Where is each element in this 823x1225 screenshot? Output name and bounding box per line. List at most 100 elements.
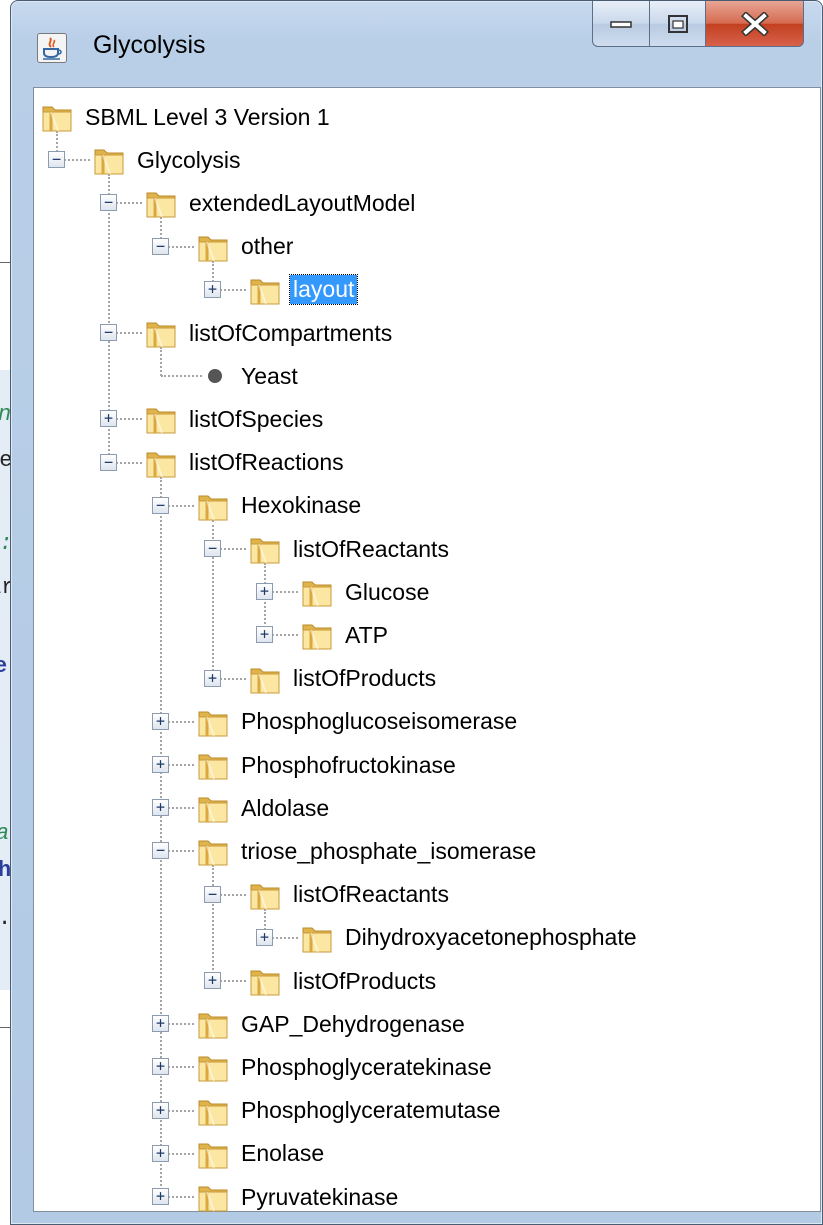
close-icon xyxy=(740,11,769,36)
folder-icon xyxy=(198,711,228,737)
collapse-toggle[interactable]: − xyxy=(152,237,169,255)
tree-connector-line xyxy=(212,865,214,981)
tree-node[interactable]: Yeast xyxy=(196,355,301,397)
expand-toggle[interactable]: + xyxy=(256,583,273,601)
expand-toggle[interactable]: + xyxy=(152,799,169,817)
expand-toggle[interactable]: + xyxy=(152,1144,169,1162)
folder-icon xyxy=(250,668,280,694)
tree-node[interactable]: Glucose xyxy=(300,571,432,613)
tree-node[interactable]: listOfProducts xyxy=(248,658,439,700)
java-app-icon[interactable] xyxy=(37,33,67,63)
tree-node-label: Phosphofructokinase xyxy=(241,751,456,778)
collapse-toggle[interactable]: − xyxy=(204,885,221,903)
tree-node-label: Glucose xyxy=(345,578,430,605)
expand-toggle[interactable]: + xyxy=(152,712,169,730)
expand-toggle[interactable]: + xyxy=(256,928,273,946)
collapse-toggle[interactable]: − xyxy=(100,324,117,341)
folder-icon xyxy=(198,1186,228,1212)
tree-node-label: listOfReactants xyxy=(293,535,449,562)
tree-node-label: listOfCompartments xyxy=(189,319,393,346)
folder-icon xyxy=(250,279,280,305)
folder-icon xyxy=(302,624,332,650)
expand-toggle[interactable]: + xyxy=(152,1015,169,1033)
collapse-toggle[interactable]: − xyxy=(100,453,117,471)
expand-toggle[interactable]: + xyxy=(204,972,221,989)
minimize-icon xyxy=(610,20,632,28)
tree-node[interactable]: listOfReactants xyxy=(248,874,452,916)
expand-toggle[interactable]: + xyxy=(152,1101,169,1119)
tree-node-label: GAP_Dehydrogenase xyxy=(241,1010,465,1037)
expand-toggle[interactable]: + xyxy=(100,410,117,428)
expand-toggle[interactable]: + xyxy=(152,756,169,773)
tree-node[interactable]: extendedLayoutModel xyxy=(144,182,418,224)
tree-node-label: Enolase xyxy=(241,1140,325,1167)
glycolysis-window: Glycolysis SBML Level 3 Version 1 − Glycol… xyxy=(10,0,823,1225)
tree-node[interactable]: Enolase xyxy=(196,1133,327,1175)
tree-node-label: listOfReactions xyxy=(189,449,344,476)
tree-connector-line xyxy=(160,476,162,1197)
tree-node-label: listOfReactants xyxy=(293,881,449,908)
background-divider xyxy=(0,262,10,263)
folder-icon xyxy=(250,884,280,910)
maximize-icon xyxy=(667,14,688,33)
background-divider xyxy=(0,1027,10,1028)
tree-node[interactable]: listOfReactions xyxy=(144,442,347,484)
tree-node[interactable]: Dihydroxyacetonephosphate xyxy=(300,917,640,959)
tree-node-label: listOfSpecies xyxy=(189,405,324,432)
collapse-toggle[interactable]: − xyxy=(48,151,65,169)
tree-node-label: listOfProducts xyxy=(293,665,437,692)
folder-icon xyxy=(198,1143,228,1169)
tree-node-label: Pyruvatekinase xyxy=(241,1183,399,1210)
tree-node[interactable]: other xyxy=(196,226,296,268)
expand-toggle[interactable]: + xyxy=(152,1188,169,1205)
folder-icon xyxy=(42,106,72,132)
tree-node[interactable]: GAP_Dehydrogenase xyxy=(196,1003,468,1045)
folder-icon xyxy=(146,192,176,218)
tree-node[interactable]: Phosphoglucoseisomerase xyxy=(196,701,520,743)
tree-node[interactable]: listOfCompartments xyxy=(144,312,395,354)
tree-node[interactable]: Phosphofructokinase xyxy=(196,744,459,786)
title-bar[interactable]: Glycolysis xyxy=(11,1,822,87)
tree-node[interactable]: triose_phosphate_isomerase xyxy=(196,830,539,872)
background-text: e xyxy=(0,654,8,679)
expand-toggle[interactable]: + xyxy=(204,280,221,298)
tree-view[interactable]: SBML Level 3 Version 1 − Glycolysis − extend… xyxy=(33,87,821,1212)
close-button[interactable] xyxy=(706,1,804,47)
tree-node[interactable]: Phosphoglyceratekinase xyxy=(196,1046,495,1088)
tree-node-label: Glycolysis xyxy=(137,146,241,173)
folder-icon xyxy=(146,452,176,478)
tree-node-label: other xyxy=(241,233,294,260)
collapse-toggle[interactable]: − xyxy=(100,194,117,212)
collapse-toggle[interactable]: − xyxy=(152,496,169,514)
tree-node[interactable]: listOfSpecies xyxy=(144,398,326,440)
folder-icon xyxy=(198,1056,228,1082)
tree-node[interactable]: Hexokinase xyxy=(196,485,364,527)
folder-icon xyxy=(250,538,280,564)
expand-toggle[interactable]: + xyxy=(256,626,273,644)
folder-icon xyxy=(302,581,332,607)
tree-node[interactable]: Phosphoglyceratemutase xyxy=(196,1090,504,1132)
tree-node[interactable]: layout xyxy=(248,269,359,311)
tree-node[interactable]: listOfProducts xyxy=(248,960,439,1002)
folder-icon xyxy=(198,1013,228,1039)
folder-icon xyxy=(198,495,228,521)
window-controls xyxy=(592,1,804,47)
tree-node[interactable]: listOfReactants xyxy=(248,528,452,570)
leaf-dot-icon xyxy=(208,369,222,384)
background-text: a xyxy=(0,823,9,845)
tree-node[interactable]: ATP xyxy=(300,614,391,656)
expand-toggle[interactable]: + xyxy=(152,1058,169,1076)
tree-node[interactable]: Glycolysis xyxy=(92,139,244,181)
expand-toggle[interactable]: + xyxy=(204,669,221,687)
tree-node[interactable]: Pyruvatekinase xyxy=(196,1176,401,1218)
folder-icon xyxy=(198,236,228,262)
maximize-button[interactable] xyxy=(650,1,706,47)
collapse-toggle[interactable]: − xyxy=(204,540,221,557)
folder-icon xyxy=(198,1100,228,1126)
collapse-toggle[interactable]: − xyxy=(152,842,169,860)
tree-node-label: Hexokinase xyxy=(241,492,362,519)
folder-icon xyxy=(302,927,332,953)
tree-node[interactable]: SBML Level 3 Version 1 xyxy=(40,96,333,138)
minimize-button[interactable] xyxy=(592,1,650,47)
tree-node[interactable]: Aldolase xyxy=(196,787,332,829)
